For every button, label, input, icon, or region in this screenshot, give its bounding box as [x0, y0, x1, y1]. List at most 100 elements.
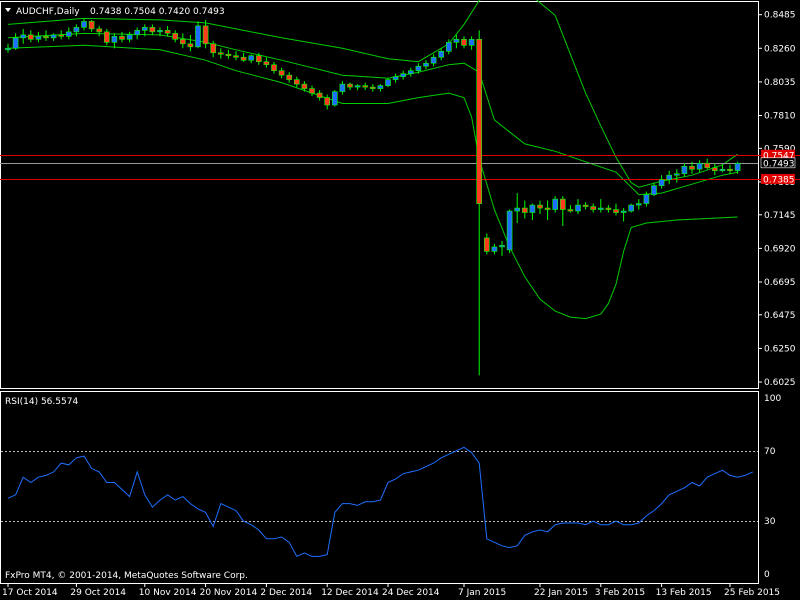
candle-body	[567, 209, 574, 212]
candle-body	[385, 79, 391, 86]
candle-body	[491, 246, 498, 252]
candle-body	[12, 37, 19, 49]
time-tick-label: 25 Feb 2015	[724, 588, 780, 598]
candle-body	[377, 85, 384, 89]
candle-body	[407, 70, 414, 74]
candle-body	[5, 47, 11, 51]
candle-body	[81, 21, 87, 28]
rsi-tick-label: 0	[764, 570, 770, 580]
candle-body	[605, 207, 612, 210]
candle-body	[613, 209, 619, 213]
candle-body	[195, 25, 201, 48]
candle-body	[544, 207, 551, 210]
candle-body	[552, 198, 559, 210]
candle-body	[180, 39, 186, 45]
candle-body	[423, 62, 429, 67]
candle-body	[597, 207, 604, 210]
time-tick-label: 13 Feb 2015	[656, 588, 712, 598]
candle-body	[149, 27, 156, 33]
candle-body	[255, 55, 262, 63]
candle-body	[331, 91, 338, 106]
candle-body	[582, 204, 589, 207]
rsi-series	[1, 446, 758, 558]
candle-body	[521, 207, 528, 213]
candle-body	[66, 31, 72, 37]
rsi-panel-frame	[0, 391, 759, 584]
candle-body	[635, 203, 642, 206]
candle-body	[727, 168, 733, 172]
rsi-axis: 100 70 30 0	[764, 394, 781, 580]
candle-body	[575, 204, 581, 212]
candle-body	[157, 30, 163, 33]
candle-body	[483, 237, 490, 252]
candle-body	[461, 39, 467, 46]
candle-body	[324, 97, 331, 106]
price-tick-label: 0.8260	[764, 44, 796, 54]
candle-body	[278, 70, 285, 76]
rsi-line	[7, 446, 754, 558]
candle-body	[362, 85, 369, 88]
candle-body	[620, 210, 627, 213]
candle-body	[73, 27, 80, 33]
candle-body	[58, 34, 65, 37]
candle-body	[369, 86, 376, 89]
candle-body	[506, 210, 513, 251]
chart-menu-arrow-icon[interactable]	[5, 8, 11, 12]
time-tick-label: 29 Oct 2014	[70, 588, 126, 598]
candle-body	[347, 83, 353, 88]
candle-body	[35, 36, 42, 40]
rsi-label: RSI(14) 56.5574	[5, 397, 78, 407]
price-tick-label: 0.6025	[764, 378, 796, 388]
candle-body	[164, 30, 171, 34]
candle-body	[628, 204, 635, 212]
candle-body	[537, 204, 543, 209]
candle-body	[126, 34, 133, 40]
candle-body	[210, 43, 216, 54]
candle-body	[514, 207, 521, 212]
candle-body	[96, 28, 102, 33]
candle-body	[651, 185, 657, 195]
chart-canvas: 0.84850.82600.80350.78100.75900.73650.71…	[0, 0, 800, 598]
current-price-label: 0.7493	[763, 159, 795, 169]
rsi-tick-label: 100	[764, 394, 781, 404]
candle-body	[233, 55, 239, 58]
time-tick-label: 2 Dec 2014	[260, 588, 312, 598]
candlestick-series	[5, 18, 741, 376]
candle-body	[202, 25, 209, 45]
candle-body	[316, 92, 323, 98]
price-tick-label: 0.7810	[764, 111, 796, 121]
price-tick-label: 0.6920	[764, 244, 796, 254]
candle-body	[104, 31, 110, 43]
time-tick-label: 22 Jan 2015	[534, 588, 588, 598]
candle-body	[590, 206, 597, 210]
candle-body	[134, 30, 140, 36]
candle-body	[711, 167, 718, 172]
time-tick-label: 12 Dec 2014	[321, 588, 379, 598]
candle-body	[293, 79, 300, 85]
candle-body	[734, 162, 741, 172]
candle-body	[301, 83, 308, 89]
candle-body	[696, 162, 703, 170]
time-tick-label: 10 Nov 2014	[139, 588, 197, 598]
candle-body	[248, 55, 254, 61]
candle-body	[468, 39, 475, 46]
price-tick-label: 0.8035	[764, 78, 796, 88]
candle-body	[719, 168, 726, 172]
candle-body	[43, 36, 49, 39]
candle-body	[286, 74, 293, 80]
symbol-label: AUDCHF,Daily	[16, 7, 80, 17]
candle-body	[111, 36, 118, 43]
candle-body	[658, 179, 665, 186]
candle-body	[445, 42, 452, 52]
candle-body	[476, 39, 483, 204]
price-level-tag-label: 0.7385	[763, 175, 795, 185]
candle-body	[499, 245, 505, 248]
horizontal-levels	[0, 155, 800, 180]
candle-body	[643, 194, 650, 204]
candle-body	[218, 52, 224, 55]
candle-body	[142, 27, 148, 31]
time-tick-label: 7 Jan 2015	[458, 588, 506, 598]
candle-body	[453, 39, 460, 43]
copyright-text: FxPro MT4, © 2001-2014, MetaQuotes Softw…	[5, 571, 248, 581]
candle-body	[27, 34, 34, 40]
